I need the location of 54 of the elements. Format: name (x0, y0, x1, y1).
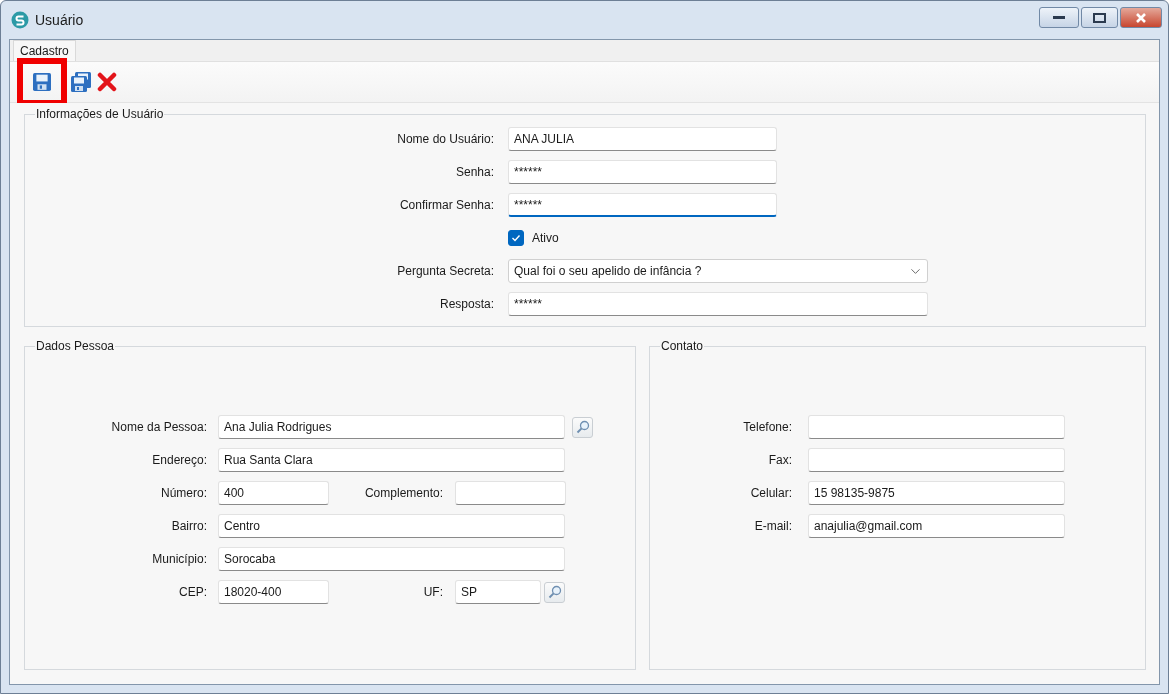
field-label: Fax: (767, 453, 792, 467)
field-label: Nome do Usuário: (396, 132, 494, 146)
save-all-button[interactable] (69, 70, 93, 94)
checkbox[interactable] (508, 230, 524, 246)
group-title: Contato (660, 339, 705, 353)
field-label: Bairro: (170, 519, 207, 533)
input-field[interactable]: 400 (218, 481, 329, 505)
app-logo-icon (11, 11, 29, 29)
input-field[interactable] (455, 481, 566, 505)
group-title: Informações de Usuário (35, 107, 165, 121)
input-field[interactable]: Sorocaba (218, 547, 565, 571)
input-field[interactable]: ****** (508, 193, 777, 217)
field-label: CEP: (178, 585, 207, 599)
field-label: Complemento: (363, 486, 443, 500)
input-field[interactable]: 15 98135-9875 (808, 481, 1065, 505)
minimize-button[interactable] (1039, 7, 1079, 28)
field-label: Endereço: (151, 453, 207, 467)
dropdown[interactable]: Qual foi o seu apelido de infância ? (508, 259, 928, 283)
input-field[interactable] (808, 448, 1065, 472)
field-label: Senha: (454, 165, 494, 179)
close-icon (1135, 12, 1147, 23)
field-label: Celular: (749, 486, 792, 500)
input-field[interactable]: Centro (218, 514, 565, 538)
input-field[interactable]: ****** (508, 160, 777, 184)
input-field[interactable]: SP (455, 580, 541, 604)
group-title: Dados Pessoa (35, 339, 116, 353)
close-button[interactable] (1120, 7, 1162, 28)
input-field[interactable]: Rua Santa Clara (218, 448, 565, 472)
search-icon (575, 420, 590, 434)
check-icon (511, 233, 521, 243)
input-field[interactable]: anajulia@gmail.com (808, 514, 1065, 538)
maximize-button[interactable] (1081, 7, 1118, 28)
checkbox-label: Ativo (532, 231, 559, 245)
field-label: Pergunta Secreta: (396, 264, 494, 278)
field-label: E-mail: (753, 519, 792, 533)
search-button[interactable] (572, 416, 593, 438)
delete-button[interactable] (95, 70, 119, 94)
field-label: Nome da Pessoa: (110, 420, 207, 434)
field-label: UF: (422, 585, 443, 599)
search-icon (547, 585, 562, 599)
input-field[interactable] (808, 415, 1065, 439)
input-field[interactable]: ANA JULIA (508, 127, 777, 151)
input-field[interactable]: ****** (508, 292, 928, 316)
window-title: Usuário (35, 12, 84, 28)
input-field[interactable]: Ana Julia Rodrigues (218, 415, 565, 439)
field-label: Telefone: (742, 420, 792, 434)
search-button[interactable] (544, 581, 565, 603)
close-icon (97, 72, 117, 92)
input-field[interactable]: 18020-400 (218, 580, 329, 604)
field-label: Município: (151, 552, 207, 566)
field-label: Confirmar Senha: (398, 198, 494, 212)
field-label: Número: (160, 486, 207, 500)
field-label: Resposta: (438, 297, 494, 311)
floppy-disks-icon (71, 72, 91, 92)
